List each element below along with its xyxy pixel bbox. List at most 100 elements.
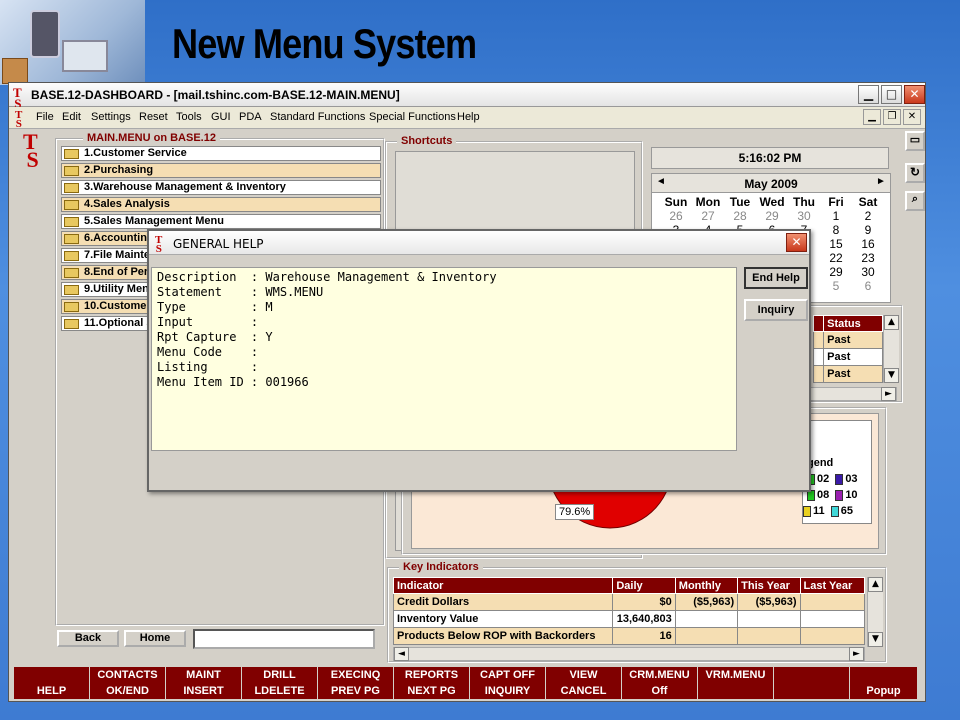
calendar-day[interactable]: 30 — [788, 209, 820, 223]
child-minimize-button[interactable]: ▁ — [863, 109, 881, 125]
fkey-help[interactable]: HELP — [14, 683, 90, 699]
fkey-next-pg[interactable]: NEXT PG — [394, 683, 470, 699]
scroll-right-icon[interactable]: ► — [849, 647, 864, 661]
menu-tools[interactable]: Tools — [176, 111, 202, 123]
calendar-day[interactable]: 9 — [852, 223, 884, 237]
calendar-day[interactable]: 8 — [820, 223, 852, 237]
fkey-blank[interactable] — [850, 667, 918, 683]
fkey-blank[interactable] — [14, 667, 90, 683]
child-restore-button[interactable]: ❐ — [883, 109, 901, 125]
menu-item-purchasing[interactable]: 2.Purchasing — [61, 163, 381, 178]
menu-item-warehouse[interactable]: 3.Warehouse Management & Inventory — [61, 180, 381, 195]
table-row[interactable]: Past — [812, 348, 883, 366]
status-scrollbar[interactable]: ▲ ▼ — [883, 315, 899, 383]
calendar-day[interactable]: 30 — [852, 265, 884, 279]
next-month-icon[interactable]: ► — [876, 176, 886, 187]
fkey-capt-off[interactable]: CAPT OFF — [470, 667, 546, 683]
scroll-down-icon[interactable]: ▼ — [884, 368, 899, 383]
fkey-vrm-menu[interactable]: VRM.MENU — [698, 667, 774, 683]
table-row[interactable]: Credit Dollars $0 ($5,963) ($5,963) — [392, 593, 866, 611]
scroll-up-icon[interactable]: ▲ — [884, 315, 899, 330]
folder-icon — [64, 200, 79, 210]
calendar-day[interactable]: 26 — [660, 209, 692, 223]
indicators-hscrollbar[interactable]: ◄ ► — [393, 647, 865, 661]
fkey-blank[interactable] — [774, 667, 850, 683]
calendar-day[interactable]: 28 — [724, 209, 756, 223]
table-row[interactable]: Inventory Value 13,640,803 — [392, 610, 866, 628]
column-header[interactable]: Monthly — [674, 577, 739, 594]
close-window-button[interactable]: ✕ — [904, 85, 925, 104]
menu-gui[interactable]: GUI — [211, 111, 231, 123]
calendar-day[interactable]: 15 — [820, 237, 852, 251]
column-header[interactable]: Indicator — [392, 577, 614, 594]
fkey-blank[interactable] — [698, 683, 774, 699]
column-header[interactable]: Last Year — [799, 577, 866, 594]
fkey-view[interactable]: VIEW — [546, 667, 622, 683]
maximize-button[interactable]: □ — [881, 85, 902, 104]
menu-file[interactable]: File — [36, 111, 54, 123]
menu-special-functions[interactable]: Special Functions — [369, 111, 456, 123]
clock: 5:16:02 PM — [651, 147, 889, 169]
menu-help[interactable]: Help — [457, 111, 480, 123]
fkey-ok-end[interactable]: OK/END — [90, 683, 166, 699]
end-help-button[interactable]: End Help — [744, 267, 808, 289]
menu-settings[interactable]: Settings — [91, 111, 131, 123]
inquiry-button[interactable]: Inquiry — [744, 299, 808, 321]
fkey-cancel[interactable]: CANCEL — [546, 683, 622, 699]
home-button[interactable]: Home — [124, 630, 186, 647]
menu-item-label: 10.Customer — [84, 300, 151, 312]
scroll-right-icon[interactable]: ► — [881, 387, 896, 401]
column-header[interactable]: This Year — [737, 577, 801, 594]
fkey-inquiry[interactable]: INQUIRY — [470, 683, 546, 699]
fkey-ldelete[interactable]: LDELETE — [242, 683, 318, 699]
menu-pda[interactable]: PDA — [239, 111, 262, 123]
calendar-day[interactable]: 6 — [852, 279, 884, 293]
table-cell — [799, 610, 866, 628]
status-hscrollbar[interactable]: ► — [803, 387, 897, 401]
menu-item-label: 1.Customer Service — [84, 147, 187, 159]
fkey-popup[interactable]: Popup — [850, 683, 918, 699]
search-icon[interactable]: ⌕ — [905, 191, 925, 211]
back-button[interactable]: Back — [57, 630, 119, 647]
side-minimize-button[interactable]: ▭ — [905, 131, 925, 151]
dialog-close-button[interactable]: ✕ — [786, 233, 807, 252]
menu-edit[interactable]: Edit — [62, 111, 81, 123]
menu-item-sales-analysis[interactable]: 4.Sales Analysis — [61, 197, 381, 212]
minimize-button[interactable]: ▁ — [858, 85, 879, 104]
calendar-day[interactable]: 29 — [820, 265, 852, 279]
fkey-maint[interactable]: MAINT — [166, 667, 242, 683]
menu-item-sales-management[interactable]: 5.Sales Management Menu — [61, 214, 381, 229]
calendar-day[interactable]: 23 — [852, 251, 884, 265]
fkey-prev-pg[interactable]: PREV PG — [318, 683, 394, 699]
calendar-day[interactable]: 5 — [820, 279, 852, 293]
fkey-insert[interactable]: INSERT — [166, 683, 242, 699]
fkey-contacts[interactable]: CONTACTS — [90, 667, 166, 683]
fkey-execinq[interactable]: EXECINQ — [318, 667, 394, 683]
table-row[interactable]: Products Below ROP with Backorders 16 — [392, 627, 866, 645]
table-row[interactable]: Past — [812, 365, 883, 383]
scroll-down-icon[interactable]: ▼ — [868, 632, 883, 647]
calendar-day[interactable]: 22 — [820, 251, 852, 265]
calendar-day[interactable]: 1 — [820, 209, 852, 223]
fkey-off[interactable]: Off — [622, 683, 698, 699]
column-header[interactable]: Daily — [612, 577, 676, 594]
scroll-up-icon[interactable]: ▲ — [868, 577, 883, 592]
child-close-button[interactable]: ✕ — [903, 109, 921, 125]
fkey-blank[interactable] — [774, 683, 850, 699]
calendar-day[interactable]: 27 — [692, 209, 724, 223]
fkey-crm-menu[interactable]: CRM.MENU — [622, 667, 698, 683]
fkey-drill[interactable]: DRILL — [242, 667, 318, 683]
menu-standard-functions[interactable]: Standard Functions — [270, 111, 365, 123]
scroll-left-icon[interactable]: ◄ — [394, 647, 409, 661]
dialog-titlebar: T S GENERAL HELP ✕ — [149, 231, 809, 255]
calendar-day[interactable]: 2 — [852, 209, 884, 223]
menu-item-customer-service[interactable]: 1.Customer Service — [61, 146, 381, 161]
fkey-reports[interactable]: REPORTS — [394, 667, 470, 683]
calendar-day[interactable]: 29 — [756, 209, 788, 223]
command-input[interactable] — [193, 629, 375, 649]
table-row[interactable]: Past — [812, 331, 883, 349]
indicators-scrollbar[interactable]: ▲ ▼ — [867, 577, 883, 647]
menu-reset[interactable]: Reset — [139, 111, 168, 123]
refresh-icon[interactable]: ↻ — [905, 163, 925, 183]
calendar-day[interactable]: 16 — [852, 237, 884, 251]
